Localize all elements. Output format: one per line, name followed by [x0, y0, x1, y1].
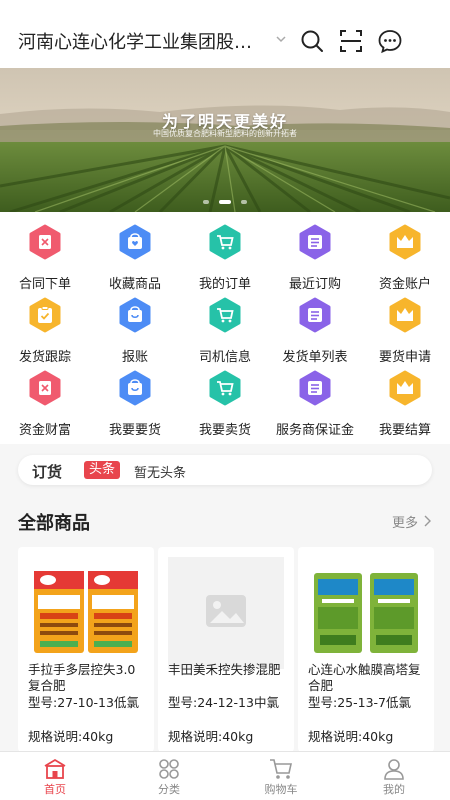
category-icon: [159, 759, 179, 779]
tab-cart[interactable]: 购物车: [236, 752, 326, 800]
product-name: 丰田美禾控失掺混肥: [168, 662, 281, 677]
tab-label: 首页: [44, 783, 66, 796]
top-header: 河南心连心化学工业集团股份有限公司: [0, 0, 450, 68]
company-name[interactable]: 河南心连心化学工业集团股份有限公司: [18, 28, 268, 54]
product-spec: 规格说明:40kg: [28, 729, 114, 744]
cart-icon: [209, 370, 241, 406]
tab-label: 分类: [158, 783, 180, 796]
crown-icon: [389, 297, 421, 333]
tab-category[interactable]: 分类: [124, 752, 214, 800]
home-icon: [44, 758, 66, 779]
news-badge: 头条: [84, 461, 121, 479]
bag-icon: [119, 297, 151, 333]
crown-icon: [389, 370, 421, 406]
list-icon: [299, 297, 331, 333]
grid-item[interactable]: 我要卖货: [180, 358, 270, 438]
grid-item-label: 我要结算: [378, 423, 431, 438]
list-icon: [299, 370, 331, 406]
image-placeholder-icon: [168, 557, 284, 669]
grid-item[interactable]: 资金账户: [360, 212, 450, 292]
chevron-down-icon[interactable]: [274, 32, 288, 46]
product-card[interactable]: 手拉手多层控失3.0复合肥 型号:27-10-13低氯 规格说明:40kg: [18, 547, 154, 752]
cart-icon: [209, 297, 241, 333]
scan-icon[interactable]: [338, 28, 364, 54]
grid-item-label: 我要卖货: [198, 423, 251, 438]
grid-item[interactable]: 发货跟踪: [0, 285, 90, 365]
news-text: 暂无头条: [134, 466, 187, 481]
search-icon[interactable]: [299, 28, 325, 54]
grid-item[interactable]: 资金财富: [0, 358, 90, 438]
banner-image: [0, 68, 450, 212]
more-link[interactable]: 更多: [392, 512, 418, 531]
product-name: 心连心水触膜高塔复合肥: [308, 662, 421, 693]
pagination-dot-active[interactable]: [219, 200, 231, 204]
pagination-dot[interactable]: [203, 200, 209, 204]
grid-item[interactable]: 最近订购: [270, 212, 360, 292]
banner-subtitle: 中国优质复合肥料新型肥料的创新开拓者: [153, 129, 297, 138]
grid-item[interactable]: 我要结算: [360, 358, 450, 438]
product-model: 型号:25-13-7低氯: [308, 695, 411, 710]
clipboard-icon: [29, 297, 61, 333]
tab-home[interactable]: 首页: [10, 752, 100, 800]
tab-label: 我的: [383, 783, 405, 796]
cart-icon: [270, 759, 292, 779]
grid-item[interactable]: 我的订单: [180, 212, 270, 292]
product-image: [308, 557, 424, 669]
chevron-right-icon[interactable]: [423, 515, 432, 527]
promo-banner[interactable]: [0, 68, 450, 212]
product-model: 型号:27-10-13低氯: [28, 695, 139, 710]
grid-item[interactable]: 服务商保证金: [270, 358, 360, 438]
grid-item[interactable]: 合同下单: [0, 212, 90, 292]
product-card[interactable]: 心连心水触膜高塔复合肥 型号:25-13-7低氯 规格说明:40kg: [298, 547, 434, 752]
product-spec: 规格说明:40kg: [168, 729, 254, 744]
user-icon: [384, 759, 404, 780]
list-icon: [299, 224, 331, 260]
product-image: [28, 557, 144, 669]
cart-icon: [209, 224, 241, 260]
contract-icon: [29, 224, 61, 260]
message-icon[interactable]: [377, 28, 403, 54]
bottom-tab-bar: 首页 分类 购物车 我的: [0, 751, 450, 800]
favorite-bag-icon: [119, 224, 151, 260]
function-grid: 合同下单 收藏商品 我的订单 最近订购 资金账户发货跟踪 报账 司机信息 发货单列表 要货申请资…: [0, 212, 450, 444]
contract-icon: [29, 370, 61, 406]
grid-item[interactable]: 发货单列表: [270, 285, 360, 365]
grid-item[interactable]: 司机信息: [180, 285, 270, 365]
grid-item-label: 资金财富: [18, 423, 71, 438]
product-spec: 规格说明:40kg: [308, 729, 394, 744]
grid-item[interactable]: 报账: [90, 285, 180, 365]
news-brand: 订货: [32, 463, 63, 481]
section-title: 全部商品: [18, 513, 90, 534]
tab-label: 购物车: [264, 783, 298, 796]
grid-item-label: 我要要货: [108, 423, 161, 438]
grid-item[interactable]: 我要要货: [90, 358, 180, 438]
pagination-dot[interactable]: [241, 200, 247, 204]
bag-icon: [119, 370, 151, 406]
tab-mine[interactable]: 我的: [349, 752, 439, 800]
grid-item[interactable]: 要货申请: [360, 285, 450, 365]
grid-item-label: 服务商保证金: [275, 423, 354, 438]
grid-item[interactable]: 收藏商品: [90, 212, 180, 292]
crown-icon: [389, 224, 421, 260]
banner-pagination: [0, 200, 450, 206]
product-name: 手拉手多层控失3.0复合肥: [28, 662, 136, 693]
product-model: 型号:24-12-13中氯: [168, 695, 279, 710]
news-ticker[interactable]: 订货 头条 暂无头条: [18, 455, 432, 485]
product-card[interactable]: 丰田美禾控失掺混肥 型号:24-12-13中氯 规格说明:40kg: [158, 547, 294, 752]
